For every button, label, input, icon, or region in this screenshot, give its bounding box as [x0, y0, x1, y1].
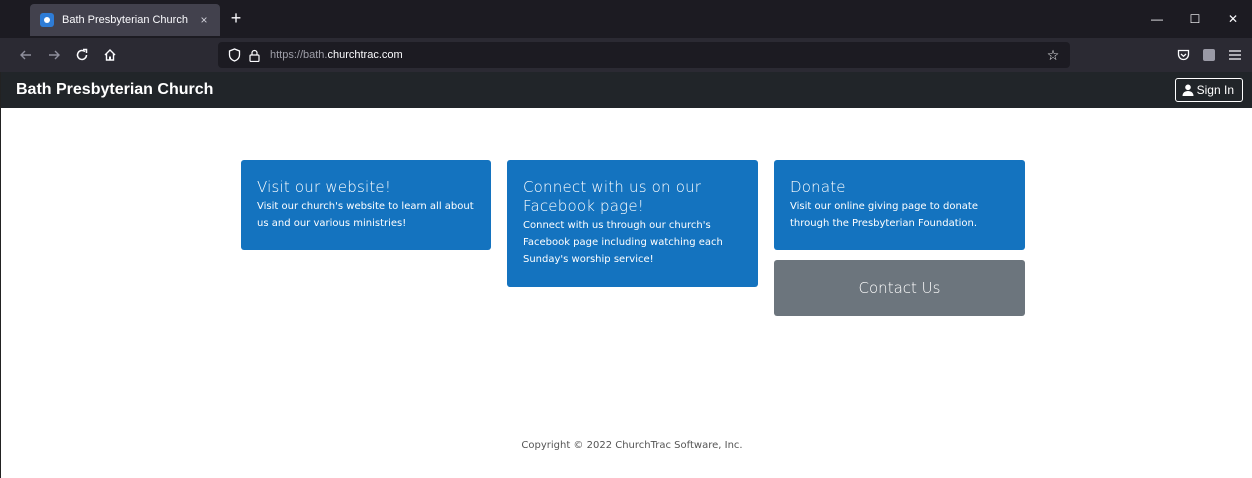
back-icon[interactable] — [16, 45, 36, 65]
minimize-button[interactable]: — — [1138, 0, 1176, 38]
browser-navigation-bar: https://bath.churchtrac.com ☆ — [0, 38, 1252, 72]
address-bar[interactable]: https://bath.churchtrac.com ☆ — [218, 42, 1070, 68]
card-text: Visit our church's website to learn all … — [257, 201, 474, 229]
visit-website-card[interactable]: Visit our website! Visit our church's we… — [241, 160, 491, 250]
card-text: Connect with us through our church's Fac… — [523, 220, 723, 265]
sign-in-label: Sign In — [1196, 83, 1234, 97]
churchtrac-favicon-icon — [40, 13, 54, 27]
card-title: Donate — [790, 178, 846, 196]
toolbar-right — [1168, 45, 1246, 65]
bookmark-star-icon[interactable]: ☆ — [1044, 47, 1062, 64]
home-icon[interactable] — [100, 45, 120, 65]
card-title: Visit our website! — [257, 178, 392, 196]
url-host: churchtrac.com — [327, 49, 403, 61]
user-icon — [1182, 84, 1194, 96]
contact-us-label: Contact Us — [858, 279, 941, 297]
site-brand[interactable]: Bath Presbyterian Church — [16, 81, 213, 99]
facebook-card[interactable]: Connect with us on our Facebook page! Co… — [507, 160, 758, 287]
tracking-protection-shield-icon[interactable] — [228, 48, 241, 62]
sign-in-button[interactable]: Sign In — [1174, 78, 1243, 102]
hamburger-menu-icon[interactable] — [1224, 45, 1246, 65]
tab-title: Bath Presbyterian Church — [62, 14, 188, 26]
card-title: Connect with us on our Facebook page! — [523, 178, 702, 215]
pocket-icon[interactable] — [1172, 45, 1194, 65]
browser-tab-strip: Bath Presbyterian Church × + — ☐ ✕ — [0, 0, 1252, 38]
donate-card[interactable]: Donate Visit our online giving page to d… — [774, 160, 1025, 250]
card-text: Visit our online giving page to donate t… — [790, 201, 978, 229]
contact-us-button[interactable]: Contact Us — [774, 260, 1025, 316]
window-controls: — ☐ ✕ — [1138, 0, 1252, 38]
maximize-button[interactable]: ☐ — [1176, 0, 1214, 38]
extension-icon[interactable] — [1198, 45, 1220, 65]
lock-icon[interactable] — [249, 49, 260, 62]
footer-copyright: Copyright © 2022 ChurchTrac Software, In… — [521, 440, 743, 451]
site-header: Bath Presbyterian Church Sign In — [1, 72, 1252, 108]
url-prefix: https://bath. — [270, 49, 328, 61]
web-page: Bath Presbyterian Church Sign In Visit o… — [0, 72, 1252, 478]
browser-tab[interactable]: Bath Presbyterian Church × — [30, 4, 220, 36]
reload-icon[interactable] — [72, 45, 92, 65]
new-tab-button[interactable]: + — [226, 9, 246, 27]
forward-icon[interactable] — [44, 45, 64, 65]
tab-close-icon[interactable]: × — [196, 13, 212, 27]
close-window-button[interactable]: ✕ — [1214, 0, 1252, 38]
url-text[interactable]: https://bath.churchtrac.com — [270, 49, 1044, 61]
